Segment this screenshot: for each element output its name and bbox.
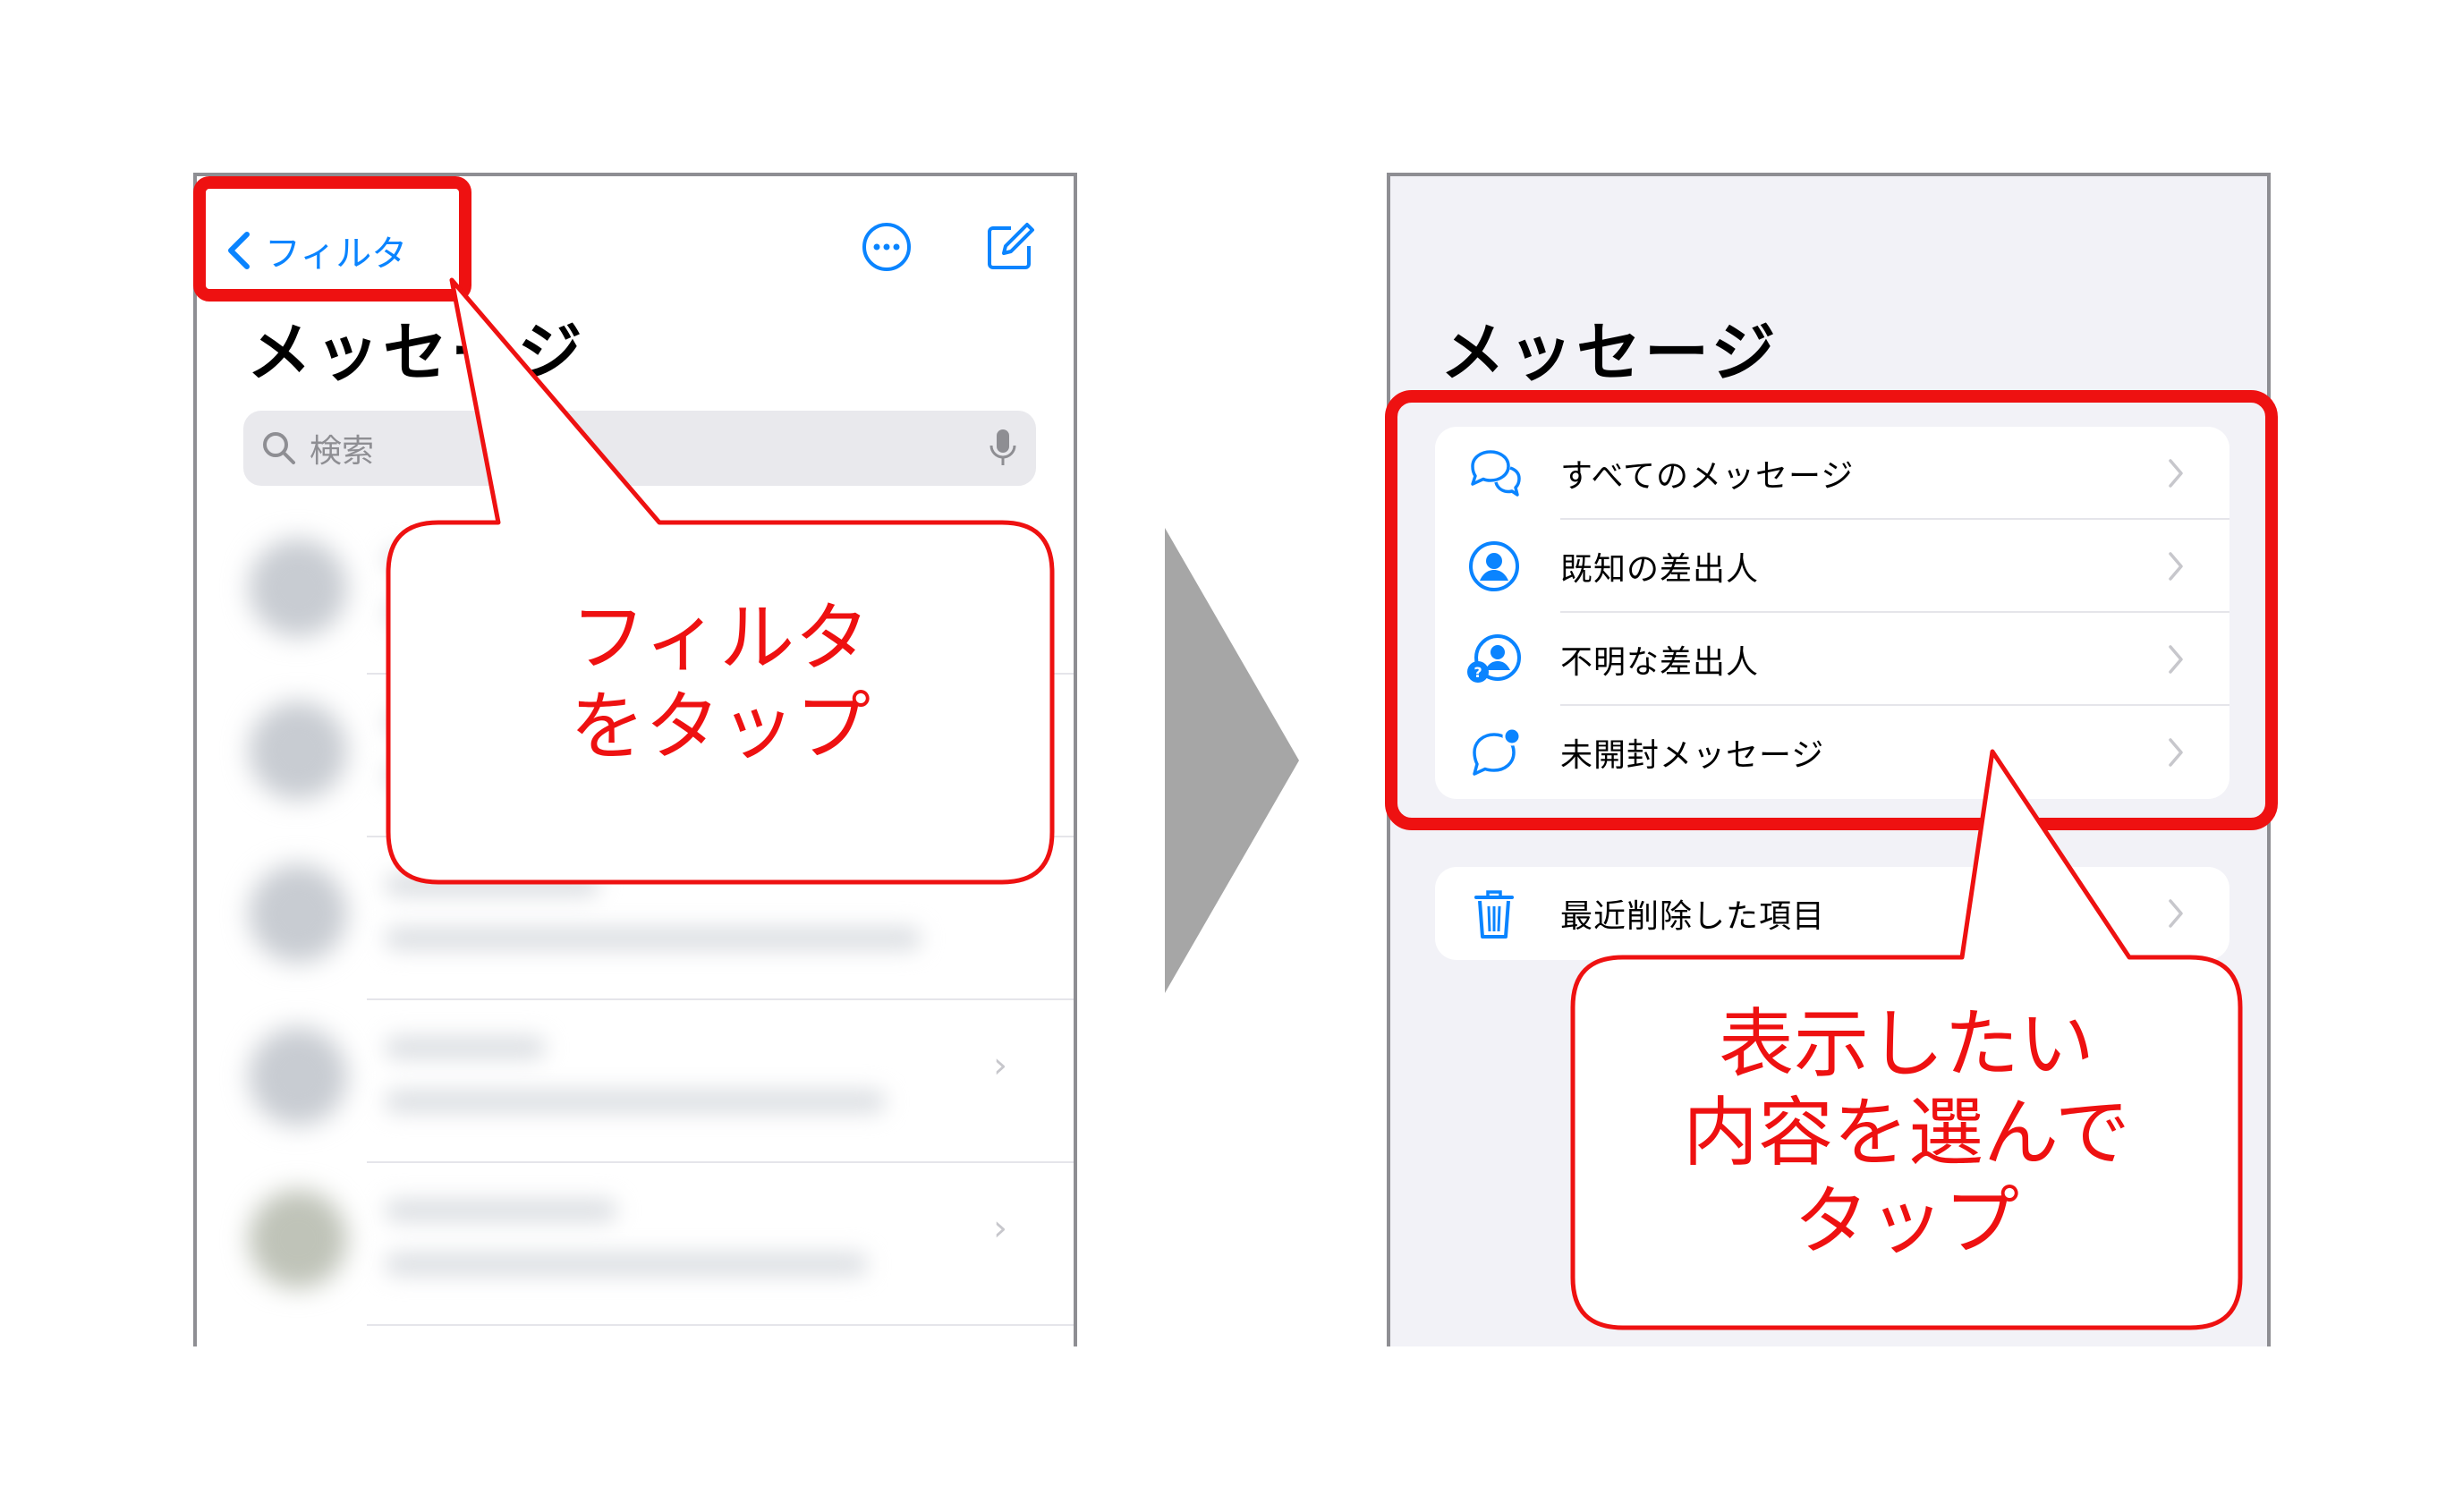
callout-line: 内容を選んで [1683, 1089, 2130, 1177]
callout-line: タップ [1793, 1177, 2019, 1266]
left-callout-text: フィルタ をタップ [388, 594, 1052, 771]
callout-line: フィルタ [570, 594, 871, 682]
callout-line: 表示したい [1718, 1000, 2094, 1088]
right-callout-text: 表示したい 内容を選んで タップ [1573, 1000, 2240, 1266]
callout-bubbles [386, 277, 2243, 1330]
left-callout-bubble [386, 277, 1055, 885]
callout-line: をタップ [569, 683, 871, 771]
